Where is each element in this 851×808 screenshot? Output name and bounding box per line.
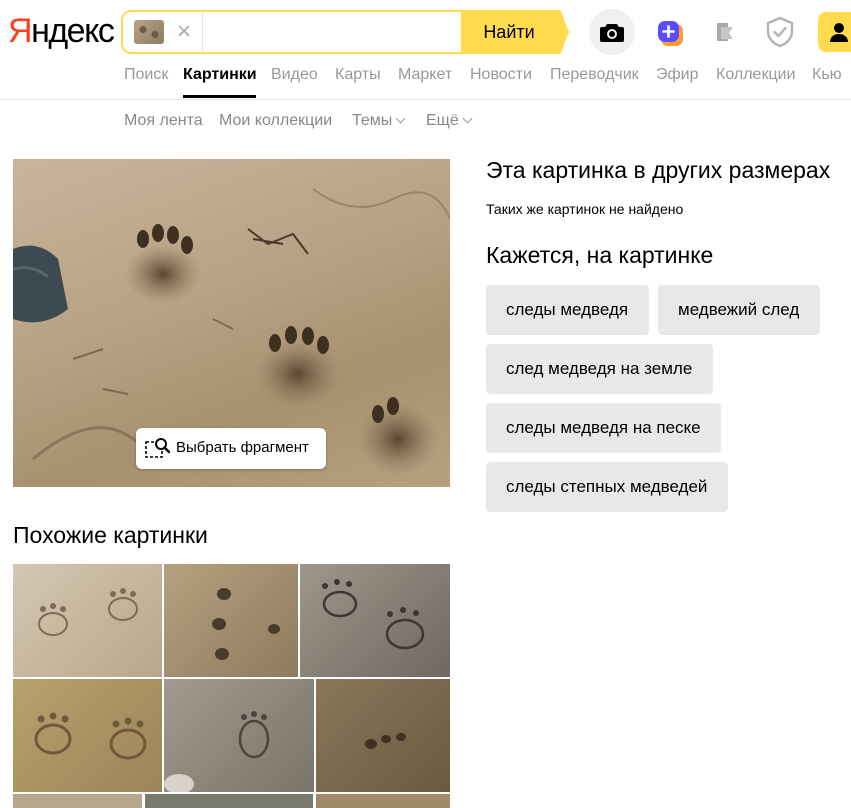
thumb-art [38, 588, 138, 636]
subnav-more[interactable]: Ещё [426, 112, 473, 130]
similar-image-thumbnail[interactable] [145, 794, 313, 808]
thumb-art [164, 711, 270, 792]
similar-image-thumbnail[interactable] [13, 794, 142, 808]
tab-search[interactable]: Поиск [124, 66, 168, 84]
tab-collections[interactable]: Коллекции [716, 66, 795, 84]
similar-image-thumbnail[interactable] [13, 679, 162, 792]
tab-video[interactable]: Видео [271, 66, 318, 84]
tag-chip[interactable]: след медведя на земле [486, 344, 713, 394]
similar-image-thumbnail[interactable] [316, 679, 450, 792]
thumb-art [212, 588, 280, 660]
search-divider [202, 12, 203, 52]
login-button[interactable] [818, 12, 851, 52]
subnav-my-feed[interactable]: Моя лента [124, 112, 203, 130]
user-icon [830, 23, 848, 42]
other-sizes-note: Таких же картинок не найдено [486, 201, 684, 217]
shield-icon[interactable] [765, 16, 795, 48]
subnav-themes[interactable]: Темы [352, 112, 406, 130]
tab-images[interactable]: Картинки [183, 66, 257, 84]
collections-icon[interactable] [711, 18, 739, 46]
yandex-logo[interactable]: Яндекс [8, 12, 115, 50]
other-sizes-title: Эта картинка в других размерах [486, 157, 831, 183]
similar-image-thumbnail[interactable] [164, 679, 314, 792]
tags-title: Кажется, на картинке [486, 242, 714, 268]
similar-image-thumbnail[interactable] [300, 564, 450, 677]
tab-market[interactable]: Маркет [398, 66, 452, 84]
similar-image-thumbnail[interactable] [316, 794, 450, 808]
logo-first-letter: Я [8, 12, 33, 50]
header-divider [0, 99, 851, 100]
search-input[interactable] [206, 14, 460, 52]
search-button[interactable]: Найти [461, 10, 569, 54]
search-image-thumbnail[interactable] [134, 20, 164, 44]
tab-q[interactable]: Кью [812, 66, 842, 84]
select-fragment-button[interactable]: Выбрать фрагмент [136, 428, 326, 469]
clear-icon[interactable]: × [172, 18, 196, 46]
thumb-art [34, 712, 147, 760]
tag-chip[interactable]: следы медведя на песке [486, 403, 721, 453]
tab-maps[interactable]: Карты [335, 66, 381, 84]
camera-icon [600, 24, 624, 42]
tab-translate[interactable]: Переводчик [550, 66, 639, 84]
subnav-my-collections[interactable]: Мои коллекции [219, 112, 332, 130]
thumb-art [322, 579, 425, 650]
active-tab-underline [183, 95, 256, 98]
subnav-more-label: Ещё [426, 112, 459, 129]
logo-rest: ндекс [31, 12, 115, 50]
similar-images-title: Похожие картинки [13, 522, 208, 548]
chevron-down-icon [395, 113, 406, 124]
thumb-art [365, 733, 406, 749]
similar-image-thumbnail[interactable] [164, 564, 298, 677]
tag-chip[interactable]: следы медведя [486, 285, 649, 335]
subnav-themes-label: Темы [352, 112, 393, 129]
select-fragment-label: Выбрать фрагмент [176, 439, 309, 456]
similar-image-thumbnail[interactable] [13, 564, 162, 677]
tab-news[interactable]: Новости [470, 66, 532, 84]
tag-chip[interactable]: медвежий след [658, 285, 820, 335]
camera-search-button[interactable] [589, 9, 635, 55]
fragment-select-icon [145, 438, 171, 458]
chevron-down-icon [462, 113, 473, 124]
tab-efir[interactable]: Эфир [656, 66, 699, 84]
plus-icon[interactable] [655, 18, 683, 46]
tag-chip[interactable]: следы степных медведей [486, 462, 728, 512]
